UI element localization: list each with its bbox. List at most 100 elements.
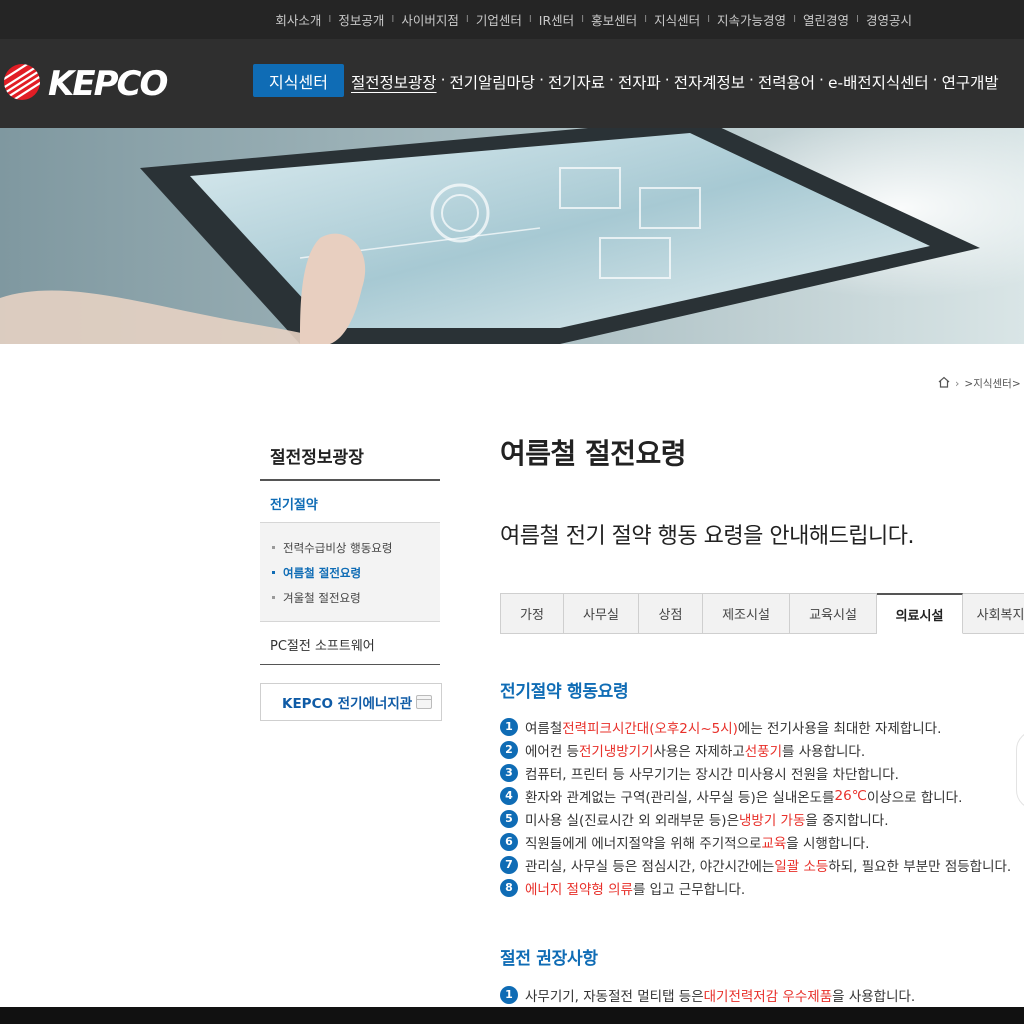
list-item: 2 에어컨 등 전기냉방기기 사용은 자제하고 선풍기 를 사용합니다. [500, 738, 1011, 761]
item-text: 이상으로 합니다. [866, 789, 963, 806]
global-nav-item[interactable]: 전기알림마당 [450, 71, 536, 93]
hero-banner [0, 128, 1024, 344]
utility-link[interactable]: 정보공개 [338, 10, 384, 29]
list-item: 6 직원들에게 에너지절약을 위해 주기적으로 교육 을 시행합니다. [500, 830, 1011, 853]
item-text: 을 사용합니다. [832, 988, 916, 1005]
energy-hall-button[interactable]: KEPCO 전기에너지관 [260, 683, 442, 721]
utility-separator: I [391, 14, 395, 25]
number-badge: 1 [500, 717, 518, 736]
utility-nav: 회사소개 I 정보공개 I 사이버지점 I 기업센터 I IR센터 I 홍보센터 I 지식센터 I 지속가능… [0, 0, 1024, 39]
utility-link[interactable]: 홍보센터 [591, 10, 637, 29]
side-nav-item-pc-software[interactable]: PC절전 소프트웨어 [260, 622, 440, 665]
breadcrumb-item[interactable]: >지식센터> [964, 376, 1020, 391]
utility-separator: I [528, 14, 532, 25]
side-nav-submenu: 전력수급비상 행동요령여름철 절전요령겨울철 절전요령 [260, 523, 440, 622]
utility-link[interactable]: 회사소개 [275, 10, 321, 29]
menu-separator: · [664, 71, 670, 89]
item-text: 미사용 실(진료시간 외 외래부문 등)은 [525, 812, 739, 829]
number-badge: 5 [500, 809, 518, 828]
facility-tab[interactable]: 제조시설 [703, 593, 790, 634]
highlight-text: 에너지 절약형 의류 [525, 881, 633, 898]
number-badge: 4 [500, 786, 518, 805]
list-item: 1 사무기기, 자동절전 멀티탭 등은 대기전력저감 우수제품 을 사용합니다. [500, 983, 915, 1006]
tablet-hand-image [0, 128, 1024, 344]
section-title-recommend: 절전 권장사항 [500, 949, 598, 969]
menu-separator: · [539, 71, 544, 89]
item-text: 하되, 필요한 부분만 점등합니다. [828, 858, 1012, 875]
utility-separator: I [581, 14, 585, 25]
list-item: 5 미사용 실(진료시간 외 외래부문 등)은 냉방기 가동 을 중지합니다. [500, 807, 1011, 830]
section-title-actions: 전기절약 행동요령 [500, 682, 629, 702]
number-badge: 6 [500, 832, 518, 851]
global-nav-item[interactable]: 전기자료 [548, 71, 605, 93]
utility-separator: I [707, 14, 711, 25]
list-item: 3 컴퓨터, 프린터 등 사무기기는 장시간 미사용시 전원을 차단합니다. [500, 761, 1011, 784]
side-nav-subitem-label: 여름철 절전요령 [283, 565, 362, 580]
global-nav-item[interactable]: 전자파 [618, 71, 661, 93]
bullet-icon [272, 571, 275, 574]
number-badge: 1 [500, 985, 518, 1004]
global-nav-item[interactable]: 전력용어 [758, 71, 815, 93]
item-text: 관리실, 사무실 등은 점심시간, 야간시간에는 [525, 858, 775, 875]
item-text: 사무기기, 자동절전 멀티탭 등은 [525, 988, 704, 1005]
highlight-text: 전력피크시간대(오후2시~5시) [562, 720, 738, 737]
item-text: 컴퓨터, 프린터 등 사무기기는 장시간 미사용시 전원을 차단합니다. [525, 766, 899, 783]
number-badge: 3 [500, 763, 518, 782]
side-nav-current[interactable]: 전기절약 [260, 481, 440, 523]
kepco-logo[interactable]: KEPCO [0, 62, 185, 104]
facility-tab[interactable]: 의료시설 [877, 593, 963, 634]
kepco-logo-mark: KEPCO [4, 64, 169, 104]
facility-tab[interactable]: 사회복지시설 [963, 593, 1024, 634]
side-nav-subitem[interactable]: 겨울철 절전요령 [272, 585, 440, 610]
item-text: 사용은 자제하고 [653, 743, 745, 760]
item-text: 여름철 [525, 720, 563, 737]
list-item: 1 여름철 전력피크시간대(오후2시~5시) 에는 전기사용을 최대한 자제합니다. [500, 715, 1011, 738]
facility-tab[interactable]: 사무실 [564, 593, 639, 634]
highlight-text: 선풍기 [744, 743, 783, 760]
side-nav-subitem[interactable]: 여름철 절전요령 [272, 560, 440, 585]
utility-link[interactable]: 지식센터 [654, 10, 700, 29]
utility-link[interactable]: 경영공시 [866, 10, 912, 29]
global-nav-item[interactable]: 전자계정보 [674, 71, 745, 93]
utility-link[interactable]: 지속가능경영 [717, 10, 786, 29]
utility-separator: I [793, 14, 797, 25]
energy-hall-label: KEPCO 전기에너지관 [282, 696, 413, 712]
utility-link[interactable]: 사이버지점 [401, 10, 459, 29]
utility-separator: I [644, 14, 648, 25]
highlight-text: 냉방기 가동 [739, 812, 806, 829]
highlight-text: 대기전력저감 우수제품 [703, 988, 833, 1005]
global-nav-item[interactable]: 절전정보광장 [351, 71, 437, 93]
facility-tab[interactable]: 교육시설 [790, 593, 877, 634]
facility-tab[interactable]: 상점 [639, 593, 703, 634]
scroll-top-widget[interactable] [1016, 730, 1024, 810]
page-title: 여름철 절전요령 [500, 437, 687, 470]
bullet-icon [272, 596, 275, 599]
utility-link[interactable]: IR센터 [539, 10, 574, 29]
menu-separator: · [609, 71, 614, 89]
global-nav-item[interactable]: e-배전지식센터 [828, 71, 929, 93]
item-text: 을 시행합니다. [786, 835, 870, 852]
facility-tabs: 가정사무실상점제조시설교육시설의료시설사회복지시설 [500, 593, 1024, 634]
item-text: 에는 전기사용을 최대한 자제합니다. [737, 720, 942, 737]
site-header: KEPCO 지식센터 절전정보광장 · 전기알림마당 · 전기자료 · 전자파 · 전자계정보 ·… [0, 39, 1024, 128]
utility-separator: I [465, 14, 469, 25]
side-nav-subitem[interactable]: 전력수급비상 행동요령 [272, 535, 440, 560]
page-subtitle: 여름철 전기 절약 행동 요령을 안내해드립니다. [500, 524, 915, 549]
global-nav-item[interactable]: 연구개발 [942, 71, 999, 93]
action-list: 1 여름철 전력피크시간대(오후2시~5시) 에는 전기사용을 최대한 자제합니다.… [500, 715, 1011, 899]
side-nav-subitem-label: 전력수급비상 행동요령 [283, 540, 393, 555]
number-badge: 2 [500, 740, 518, 759]
item-text: 에어컨 등 [525, 743, 579, 760]
highlight-text: 일괄 소등 [774, 858, 829, 875]
facility-tab[interactable]: 가정 [500, 593, 564, 634]
utility-link[interactable]: 기업센터 [476, 10, 522, 29]
home-icon[interactable] [938, 376, 950, 391]
list-item: 8 에너지 절약형 의류 를 입고 근무합니다. [500, 876, 1011, 899]
item-text: 을 중지합니다. [805, 812, 889, 829]
global-nav: 절전정보광장 · 전기알림마당 · 전기자료 · 전자파 · 전자계정보 · 전력용어 · e-배전지식… [351, 71, 999, 93]
item-text: 환자와 관계없는 구역(관리실, 사무실 등)은 실내온도를 [525, 789, 835, 806]
breadcrumb: › >지식센터> [938, 376, 1021, 391]
svg-text:KEPCO: KEPCO [48, 64, 167, 102]
side-nav: 절전정보광장 전기절약 전력수급비상 행동요령 여름철 절전요령 겨울철 절전요령 … [260, 430, 440, 665]
utility-link[interactable]: 열린경영 [803, 10, 849, 29]
